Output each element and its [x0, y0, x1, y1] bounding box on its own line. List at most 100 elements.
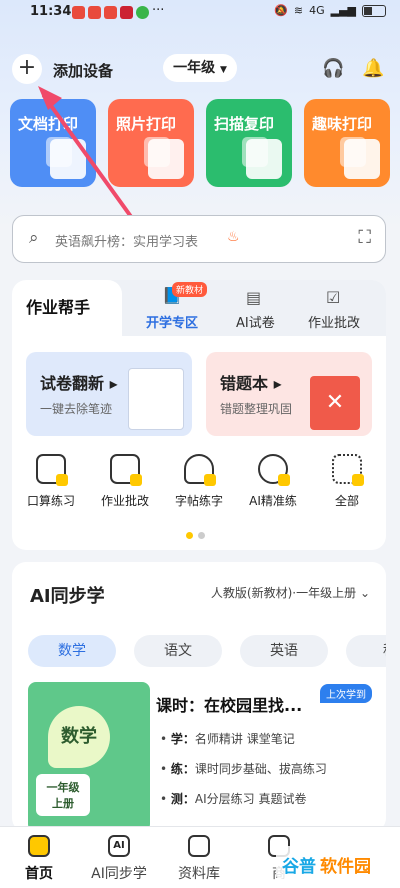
- lesson-title[interactable]: 课时：在校园里找...: [156, 692, 302, 716]
- nav-home[interactable]: 首页: [4, 827, 74, 883]
- quick-all[interactable]: 全部: [312, 454, 382, 509]
- version-selector[interactable]: 人教版(新教材)·一年级上册 ⌄: [211, 584, 370, 601]
- scan-icon[interactable]: ⛶: [358, 227, 371, 248]
- notification-icon: [72, 6, 85, 19]
- target-icon: [258, 454, 290, 486]
- library-icon: [188, 835, 210, 857]
- tab-ai-exam[interactable]: AI试卷: [236, 312, 275, 331]
- notification-icon: [120, 6, 133, 19]
- tile-fun-print[interactable]: 趣味打印: [304, 99, 390, 187]
- chevron-down-icon: ⌄: [359, 586, 370, 600]
- nav-label: AI同步学: [91, 866, 147, 882]
- customer-service-icon[interactable]: 🎧: [322, 58, 344, 79]
- last-learned-badge: 上次学到: [320, 684, 372, 703]
- subject-english[interactable]: 英语: [240, 635, 328, 667]
- scan-icon: [246, 139, 282, 179]
- notification-icon: [88, 6, 101, 19]
- tile-scan-copy[interactable]: 扫描复印: [206, 99, 292, 187]
- quick-label: 全部: [334, 494, 359, 508]
- dot: [198, 532, 205, 539]
- tab-school-start[interactable]: 开学专区: [146, 312, 198, 331]
- quick-label: AI精准练: [249, 494, 297, 508]
- subject-chinese[interactable]: 语文: [134, 635, 222, 667]
- bullet-text: 名师精讲 课堂笔记: [194, 732, 295, 746]
- subject-science[interactable]: 科: [346, 635, 386, 667]
- search-icon: ⌕: [29, 228, 39, 248]
- promo-title-text: 试卷翻新: [40, 374, 105, 393]
- tab-homework-helper[interactable]: 作业帮手: [26, 294, 90, 318]
- bell-icon[interactable]: 🔔: [362, 58, 384, 79]
- watermark: 谷普 软件园: [276, 846, 392, 880]
- signal-icon: ▂▄▆: [330, 4, 356, 17]
- bullet-key: 学：: [170, 732, 195, 746]
- version-label: 人教版(新教材)·一年级上册: [210, 586, 357, 600]
- exam-paper-icon: [128, 368, 184, 430]
- promo-wrong-book[interactable]: 错题本 ▸ 错题整理巩固 ✕: [206, 352, 372, 436]
- quick-ai-practice[interactable]: AI精准练: [238, 454, 308, 509]
- search-placeholder: 英语飙升榜：实用学习表: [55, 235, 199, 250]
- tile-label: 照片打印: [116, 115, 177, 133]
- subject-math[interactable]: 数学: [28, 635, 116, 667]
- ai-sync-card: AI同步学 人教版(新教材)·一年级上册 ⌄ 数学 语文 英语 科 数学 一年级…: [12, 562, 386, 832]
- wechat-icon: [136, 6, 149, 19]
- status-time: 11:34: [30, 4, 72, 19]
- sync-title: AI同步学: [30, 586, 105, 607]
- add-device-label[interactable]: 添加设备: [53, 60, 113, 81]
- chevron-down-icon: ▼: [219, 65, 227, 75]
- tile-label: 扫描复印: [214, 115, 275, 133]
- calendar-icon: [344, 139, 380, 179]
- quick-calligraphy[interactable]: 字帖练字: [164, 454, 234, 509]
- home-icon: [28, 835, 50, 857]
- print-tiles: 文档打印 照片打印 扫描复印 趣味打印: [10, 99, 390, 187]
- promo-paper-renew[interactable]: 试卷翻新 ▸ 一键去除笔迹: [26, 352, 192, 436]
- header: + 添加设备 一年级 ▼ 🎧 🔔: [0, 50, 400, 90]
- nav-label: 资料库: [178, 866, 220, 882]
- bullet-test: • 测：AI分层练习 真题试卷: [160, 792, 307, 806]
- quick-label: 字帖练字: [174, 494, 223, 508]
- helper-tabs: 作业帮手 📘 新教材 开学专区 ▤ AI试卷 ☑ 作业批改: [12, 280, 386, 336]
- grade-label: 一年级: [173, 60, 216, 76]
- pen-icon: [184, 454, 216, 486]
- textbook-cover[interactable]: 数学 一年级 上册: [28, 682, 150, 832]
- dot-active: [186, 532, 193, 539]
- book-grade: 一年级 上册: [36, 774, 90, 816]
- bullet-key: 练：: [170, 762, 195, 776]
- calculator-icon: [36, 454, 68, 486]
- grid-icon: [332, 454, 364, 486]
- nav-library[interactable]: 资料库: [164, 827, 234, 883]
- bullet-learn: • 学：名师精讲 课堂笔记: [160, 732, 295, 746]
- quick-homework-check[interactable]: 作业批改: [90, 454, 160, 509]
- tile-photo-print[interactable]: 照片打印: [108, 99, 194, 187]
- bullet-text: 课时同步基础、拔高练习: [194, 762, 327, 776]
- promo-title: 错题本 ▸: [220, 374, 282, 393]
- search-bar[interactable]: ⌕ 英语飙升榜：实用学习表 ♨ ⛶: [12, 215, 386, 263]
- document-icon: [50, 139, 86, 179]
- grade-selector[interactable]: 一年级 ▼: [163, 54, 237, 82]
- promo-title-text: 错题本: [220, 374, 269, 393]
- nav-label: 首页: [25, 866, 53, 882]
- promo-subtitle: 错题整理巩固: [220, 402, 293, 416]
- photo-icon: [148, 139, 184, 179]
- watermark-part2: 软件园: [320, 857, 371, 877]
- tile-document-print[interactable]: 文档打印: [10, 99, 96, 187]
- book-title: 数学: [48, 706, 110, 768]
- homework-helper-card: 作业帮手 📘 新教材 开学专区 ▤ AI试卷 ☑ 作业批改 试卷翻新 ▸ 一键去…: [12, 280, 386, 550]
- quick-oral-math[interactable]: 口算练习: [16, 454, 86, 509]
- fire-icon: ♨: [227, 229, 240, 245]
- mute-icon: 🔕: [274, 4, 288, 17]
- page-indicator: [186, 524, 210, 543]
- promo-title: 试卷翻新 ▸: [40, 374, 118, 393]
- nav-ai-sync[interactable]: AI AI同步学: [84, 827, 154, 883]
- quick-label: 作业批改: [100, 494, 149, 508]
- tile-label: 文档打印: [18, 115, 79, 133]
- check-icon: [110, 454, 142, 486]
- status-bar: 11:34 ··· 🔕 ≋ 4G ▂▄▆: [0, 0, 400, 26]
- tab-homework-check[interactable]: 作业批改: [308, 312, 360, 331]
- wifi-icon: ≋: [293, 4, 304, 17]
- ai-book-icon: AI: [108, 835, 130, 857]
- check-icon: ☑: [326, 288, 341, 307]
- more-icon: ···: [152, 3, 165, 18]
- wrong-book-icon: ✕: [310, 376, 360, 430]
- add-device-button[interactable]: +: [12, 54, 42, 84]
- book-grade-text: 一年级: [46, 781, 80, 794]
